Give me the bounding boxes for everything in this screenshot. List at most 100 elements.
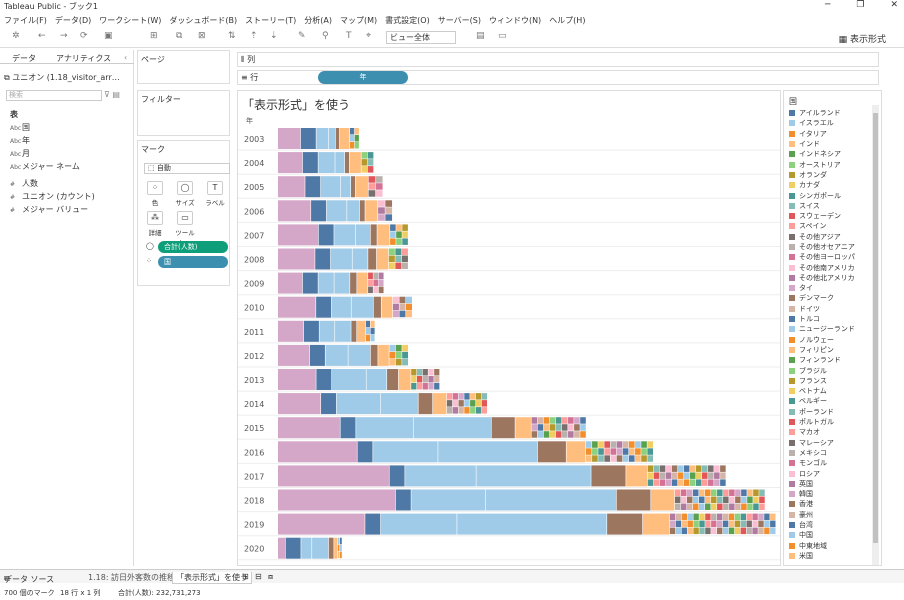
bar-segment-small[interactable] <box>764 513 770 521</box>
legend-item[interactable]: デンマーク <box>789 293 855 303</box>
sort-desc-icon[interactable]: ⇣ <box>270 31 278 41</box>
bar-segment-small[interactable] <box>723 489 729 497</box>
bar-segment-small[interactable] <box>378 214 385 221</box>
bar-segment-small[interactable] <box>368 286 373 294</box>
maximize-icon[interactable]: ❐ <box>856 0 864 10</box>
bar-segment-small[interactable] <box>402 344 409 352</box>
bar-segment-small[interactable] <box>686 489 693 497</box>
bar-segment-small[interactable] <box>537 431 544 438</box>
bar-segment[interactable] <box>485 489 616 511</box>
bar-segment-small[interactable] <box>692 489 699 497</box>
bar-segment[interactable] <box>351 296 374 318</box>
show-me-button[interactable]: ▦ 表示形式 <box>839 32 886 45</box>
bar-segment[interactable] <box>278 537 286 559</box>
bar-segment-small[interactable] <box>705 503 711 511</box>
bar-segment-small[interactable] <box>389 358 396 366</box>
save-icon[interactable]: ▣ <box>104 31 113 41</box>
bar-segment-small[interactable] <box>464 407 470 414</box>
bar-segment-small[interactable] <box>592 455 598 462</box>
bar-segment-small[interactable] <box>416 376 423 383</box>
bar-segment-small[interactable] <box>717 527 723 535</box>
bar-segment-small[interactable] <box>722 527 729 535</box>
bar-segment-small[interactable] <box>405 296 413 304</box>
bar-segment-small[interactable] <box>740 527 747 535</box>
bar-segment-small[interactable] <box>610 448 617 455</box>
bar-segment-small[interactable] <box>610 441 617 448</box>
bar-segment[interactable] <box>413 417 491 439</box>
bar-segment-small[interactable] <box>464 393 470 400</box>
bar-segment-small[interactable] <box>677 479 684 486</box>
bar-segment-small[interactable] <box>531 417 538 424</box>
tab-sheet-2[interactable]: 「表示形式」を使う <box>172 572 252 584</box>
bar-segment-small[interactable] <box>370 320 375 328</box>
bar-segment-small[interactable] <box>392 310 399 318</box>
label-button[interactable]: T ラベル <box>203 181 227 207</box>
sum-people-pill[interactable]: 合計(人数) <box>158 241 228 253</box>
pin-icon[interactable]: ⌖ <box>366 31 371 41</box>
bar-segment-small[interactable] <box>746 527 752 535</box>
bar-segment-small[interactable] <box>585 441 592 448</box>
bar-segment[interactable] <box>351 176 356 198</box>
bar-segment[interactable] <box>380 513 457 535</box>
bar-segment-small[interactable] <box>368 183 376 190</box>
bar-segment[interactable] <box>318 152 335 174</box>
bar-segment-small[interactable] <box>728 527 735 535</box>
bar-segment-small[interactable] <box>735 489 741 497</box>
country-pill[interactable]: 国 <box>158 256 228 268</box>
highlight-icon[interactable]: ✎ <box>298 31 306 41</box>
bar-segment-small[interactable] <box>531 424 538 431</box>
bar-segment-small[interactable] <box>681 520 688 528</box>
bar-segment-small[interactable] <box>647 441 654 448</box>
bar-segment-small[interactable] <box>669 520 676 528</box>
bar-segment-small[interactable] <box>395 255 402 263</box>
bar-segment-small[interactable] <box>481 407 488 414</box>
bar-segment-small[interactable] <box>399 303 406 311</box>
bar-segment[interactable] <box>411 489 486 511</box>
text-icon[interactable]: T <box>346 31 352 41</box>
bar-segment-small[interactable] <box>402 224 408 231</box>
bar-segment-small[interactable] <box>361 166 368 173</box>
bar-segment-small[interactable] <box>734 513 741 521</box>
bar-segment[interactable] <box>515 417 531 439</box>
bar-segment[interactable] <box>418 393 433 415</box>
duplicate-icon[interactable]: ⧉ <box>176 31 182 41</box>
legend-item[interactable]: シンガポール <box>789 190 855 200</box>
bar-segment-small[interactable] <box>723 496 729 504</box>
bar-segment-small[interactable] <box>475 393 482 400</box>
bar-segment[interactable] <box>355 224 371 246</box>
bar-segment-small[interactable] <box>375 176 383 183</box>
bar-segment-small[interactable] <box>635 441 641 448</box>
bar-segment-small[interactable] <box>385 200 393 207</box>
menu-item[interactable]: マップ(M) <box>340 15 377 26</box>
bar-segment-small[interactable] <box>717 520 723 528</box>
bar-segment-small[interactable] <box>598 448 604 455</box>
bar-segment-small[interactable] <box>759 496 765 504</box>
bar-segment-small[interactable] <box>592 441 598 448</box>
legend-item[interactable]: ニュージーランド <box>789 324 855 334</box>
legend-item[interactable]: インド <box>789 139 855 149</box>
bar-segment[interactable] <box>607 513 643 535</box>
menu-item[interactable]: 書式設定(O) <box>385 15 430 26</box>
bar-segment-small[interactable] <box>396 231 402 238</box>
legend-item[interactable]: ブラジル <box>789 365 855 375</box>
bar-segment-small[interactable] <box>592 448 598 455</box>
collapse-icon[interactable]: ‹ <box>124 53 127 62</box>
bar-segment-small[interactable] <box>481 393 488 400</box>
bar-segment-small[interactable] <box>350 128 355 135</box>
bar-segment[interactable] <box>365 200 378 222</box>
legend-item[interactable]: ポーランド <box>789 407 855 417</box>
detail-button[interactable]: ⁂ 詳細 <box>143 211 167 237</box>
bar-segment-small[interactable] <box>728 513 735 521</box>
field-item[interactable]: Abc国 <box>10 121 95 134</box>
bar-segment[interactable] <box>370 344 378 366</box>
legend-item[interactable]: 台湾 <box>789 520 855 530</box>
bar-segment-small[interactable] <box>395 358 402 366</box>
bar-segment[interactable] <box>347 200 360 222</box>
menu-item[interactable]: ワークシート(W) <box>99 15 161 26</box>
bar-segment-small[interactable] <box>674 503 681 511</box>
bar-segment-small[interactable] <box>635 448 641 455</box>
bar-segment-small[interactable] <box>699 513 705 521</box>
bar-segment[interactable] <box>387 369 399 390</box>
bar-segment-small[interactable] <box>446 407 453 414</box>
legend-item[interactable]: 豪州 <box>789 510 855 520</box>
